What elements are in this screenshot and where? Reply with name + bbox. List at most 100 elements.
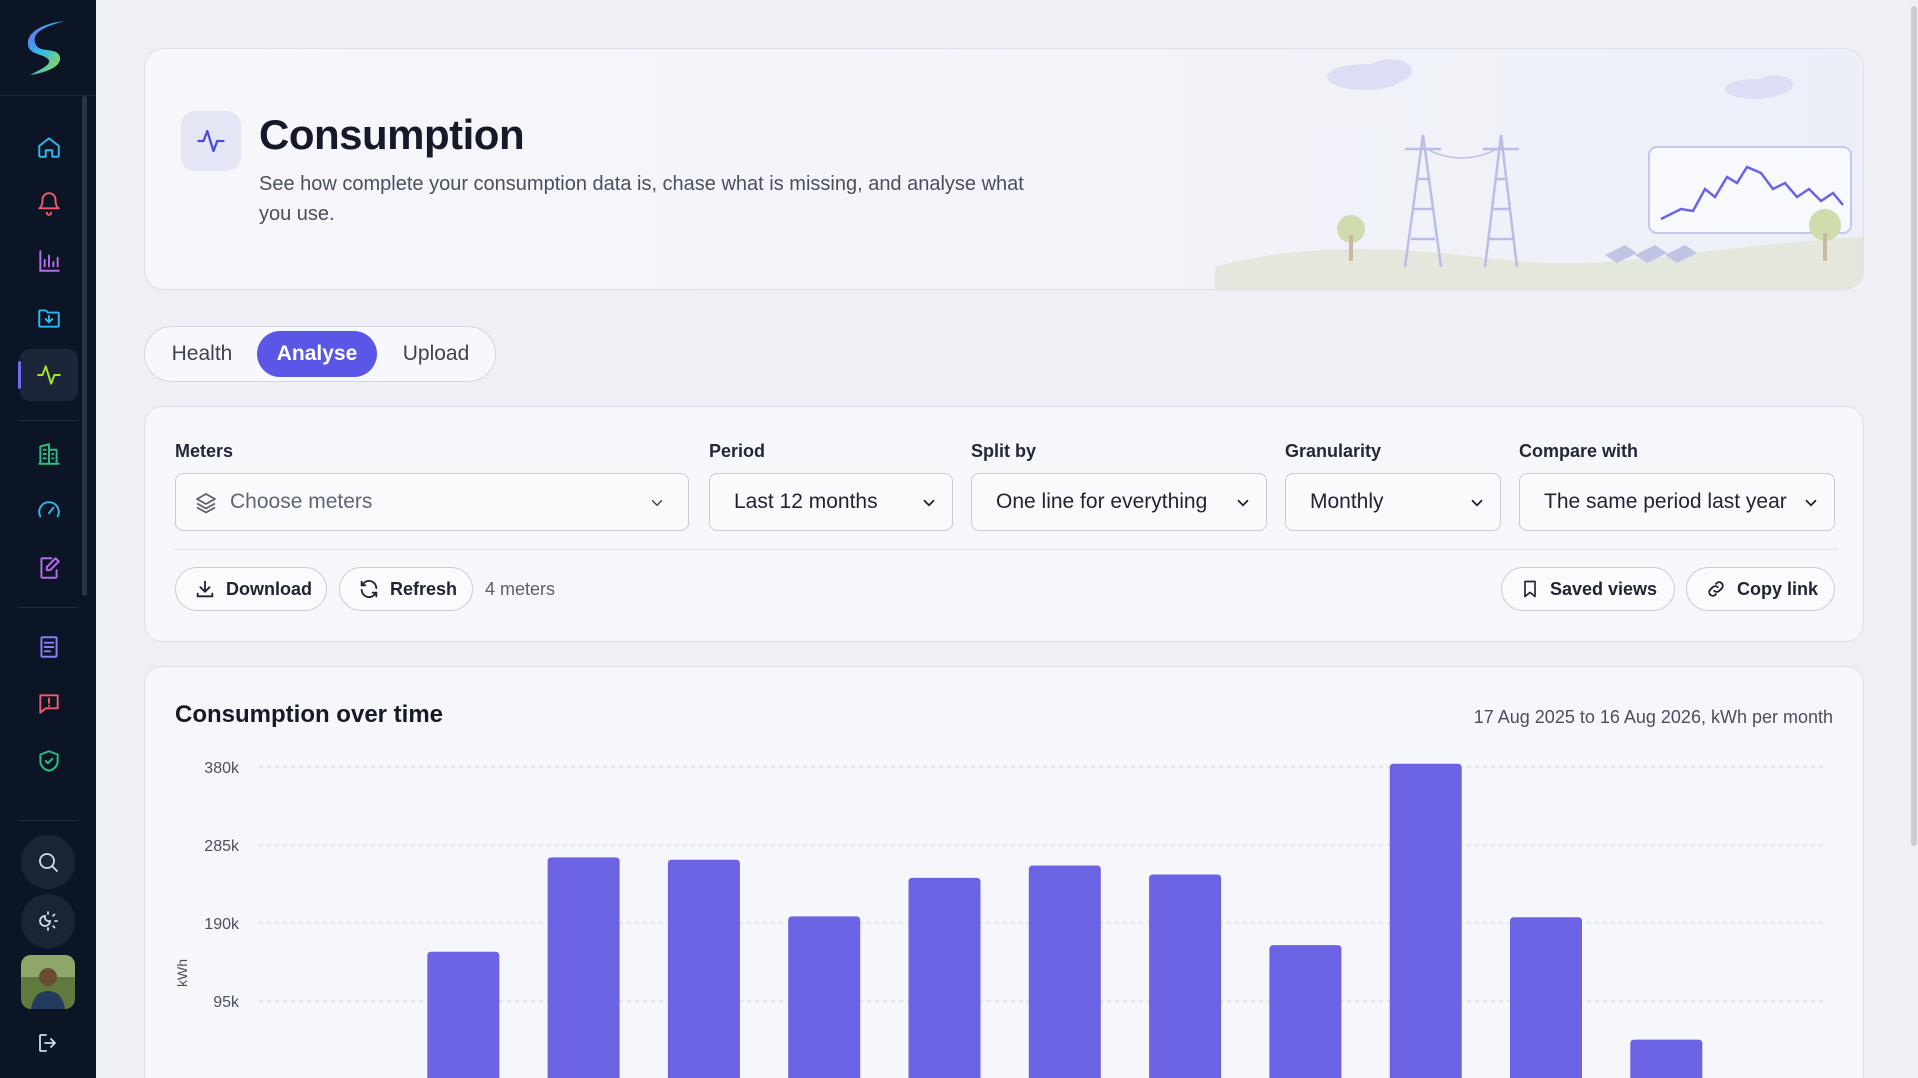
search-icon bbox=[39, 853, 58, 872]
chart-bar[interactable] bbox=[1269, 945, 1342, 1078]
sidebar-scrollbar[interactable] bbox=[82, 96, 87, 596]
chevron-down-icon bbox=[1237, 499, 1249, 507]
meters-placeholder: Choose meters bbox=[230, 490, 373, 513]
meters-label: Meters bbox=[175, 441, 234, 461]
bar-chart-icon bbox=[39, 250, 60, 272]
sidebar-divider bbox=[18, 607, 78, 608]
download-label: Download bbox=[226, 578, 312, 599]
chart-bar[interactable] bbox=[1028, 865, 1101, 1078]
filters-divider bbox=[175, 549, 1837, 550]
split-select[interactable]: One line for everything bbox=[971, 473, 1267, 531]
copy-link-button[interactable]: Copy link bbox=[1686, 567, 1835, 611]
y-axis-label: kWh bbox=[174, 959, 190, 987]
main-scrollbar[interactable] bbox=[1910, 0, 1918, 1078]
activity-icon bbox=[37, 365, 61, 385]
page-header-icon bbox=[181, 111, 241, 171]
page-header: Consumption See how complete your consum… bbox=[144, 48, 1864, 290]
sidebar-item-home[interactable] bbox=[20, 121, 78, 173]
logo-icon bbox=[27, 20, 64, 75]
y-tick-label: 190k bbox=[204, 916, 240, 933]
tab-upload[interactable]: Upload bbox=[381, 331, 491, 377]
tab-health[interactable]: Health bbox=[151, 331, 253, 377]
home-icon bbox=[38, 137, 60, 158]
sidebar-item-consumption[interactable] bbox=[18, 349, 78, 401]
logo[interactable] bbox=[0, 0, 96, 96]
chart-bar[interactable] bbox=[1389, 763, 1462, 1078]
sidebar-item-buildings[interactable] bbox=[20, 428, 78, 480]
main-scrollbar-thumb[interactable] bbox=[1911, 6, 1917, 846]
period-value: Last 12 months bbox=[734, 490, 878, 513]
chart-bar[interactable] bbox=[1630, 1039, 1703, 1078]
refresh-label: Refresh bbox=[390, 578, 458, 599]
period-label: Period bbox=[709, 441, 766, 461]
avatar[interactable] bbox=[21, 955, 75, 1009]
sidebar-item-imports[interactable] bbox=[20, 292, 78, 344]
split-value: One line for everything bbox=[996, 490, 1208, 513]
split-label: Split by bbox=[971, 441, 1037, 461]
saved-views-label: Saved views bbox=[1550, 578, 1658, 599]
sidebar-item-meters[interactable] bbox=[20, 485, 78, 537]
chart-bar[interactable] bbox=[908, 877, 981, 1078]
document-icon bbox=[40, 636, 58, 658]
sidebar bbox=[0, 0, 96, 1078]
logout-button[interactable] bbox=[26, 1021, 70, 1065]
theme-toggle-button[interactable] bbox=[21, 894, 75, 948]
refresh-button[interactable]: Refresh bbox=[339, 567, 473, 611]
chart-bar[interactable] bbox=[1149, 874, 1222, 1078]
sidebar-item-feedback[interactable] bbox=[20, 678, 78, 730]
period-select[interactable]: Last 12 months bbox=[709, 473, 953, 531]
message-alert-icon bbox=[39, 694, 59, 714]
chevron-down-icon bbox=[923, 499, 935, 507]
layers-icon bbox=[196, 493, 216, 514]
sidebar-item-compliance[interactable] bbox=[20, 735, 78, 787]
compare-select[interactable]: The same period last year bbox=[1519, 473, 1835, 531]
saved-views-button[interactable]: Saved views bbox=[1501, 567, 1675, 611]
search-button[interactable] bbox=[21, 835, 75, 889]
refresh-icon bbox=[360, 580, 378, 598]
chart-bar[interactable] bbox=[547, 857, 620, 1078]
chevron-down-icon bbox=[651, 500, 663, 507]
sidebar-item-edit[interactable] bbox=[20, 542, 78, 594]
copy-link-label: Copy link bbox=[1737, 578, 1819, 599]
view-tabs: Health Analyse Upload bbox=[144, 326, 496, 382]
filters-panel: Meters Choose meters Period Last 12 mont… bbox=[144, 406, 1864, 642]
granularity-value: Monthly bbox=[1310, 490, 1384, 513]
consumption-chart: 380k 285k 190k 95k kWh bbox=[174, 760, 1825, 1078]
bookmark-icon bbox=[1524, 580, 1536, 598]
building-icon bbox=[38, 443, 60, 465]
chart-bar[interactable] bbox=[788, 916, 861, 1078]
y-tick-label: 95k bbox=[213, 994, 240, 1011]
bell-icon bbox=[38, 192, 60, 216]
meter-count: 4 meters bbox=[485, 579, 556, 599]
header-illustration bbox=[1215, 59, 1863, 289]
avatar-image bbox=[21, 955, 75, 1009]
folder-download-icon bbox=[38, 309, 60, 328]
sidebar-item-reports[interactable] bbox=[20, 235, 78, 287]
chart-bar[interactable] bbox=[667, 859, 740, 1078]
granularity-select[interactable]: Monthly bbox=[1285, 473, 1501, 531]
page-title: Consumption bbox=[259, 111, 525, 158]
gauge-icon bbox=[38, 501, 60, 518]
chevron-down-icon bbox=[1471, 499, 1483, 507]
theme-icon bbox=[39, 911, 58, 931]
link-icon bbox=[1708, 581, 1724, 597]
compare-value: The same period last year bbox=[1544, 490, 1787, 513]
chart-bar[interactable] bbox=[1510, 917, 1582, 1078]
granularity-label: Granularity bbox=[1285, 441, 1382, 461]
sidebar-item-alerts[interactable] bbox=[20, 178, 78, 230]
tab-analyse[interactable]: Analyse bbox=[257, 331, 377, 377]
file-edit-icon bbox=[40, 557, 60, 579]
meters-select[interactable]: Choose meters bbox=[175, 473, 689, 531]
activity-icon bbox=[197, 129, 225, 153]
page-subtitle: See how complete your consumption data i… bbox=[259, 173, 1024, 225]
y-tick-label: 380k bbox=[204, 760, 240, 777]
sidebar-item-documents[interactable] bbox=[20, 621, 78, 673]
chart-panel: Consumption over time 17 Aug 2025 to 16 … bbox=[144, 666, 1864, 1078]
y-tick-label: 285k bbox=[204, 838, 240, 855]
chart-bar[interactable] bbox=[427, 951, 500, 1078]
download-button[interactable]: Download bbox=[175, 567, 327, 611]
compare-label: Compare with bbox=[1519, 441, 1639, 461]
logout-icon bbox=[39, 1034, 56, 1052]
download-icon bbox=[196, 580, 214, 598]
shield-check-icon bbox=[39, 750, 59, 772]
